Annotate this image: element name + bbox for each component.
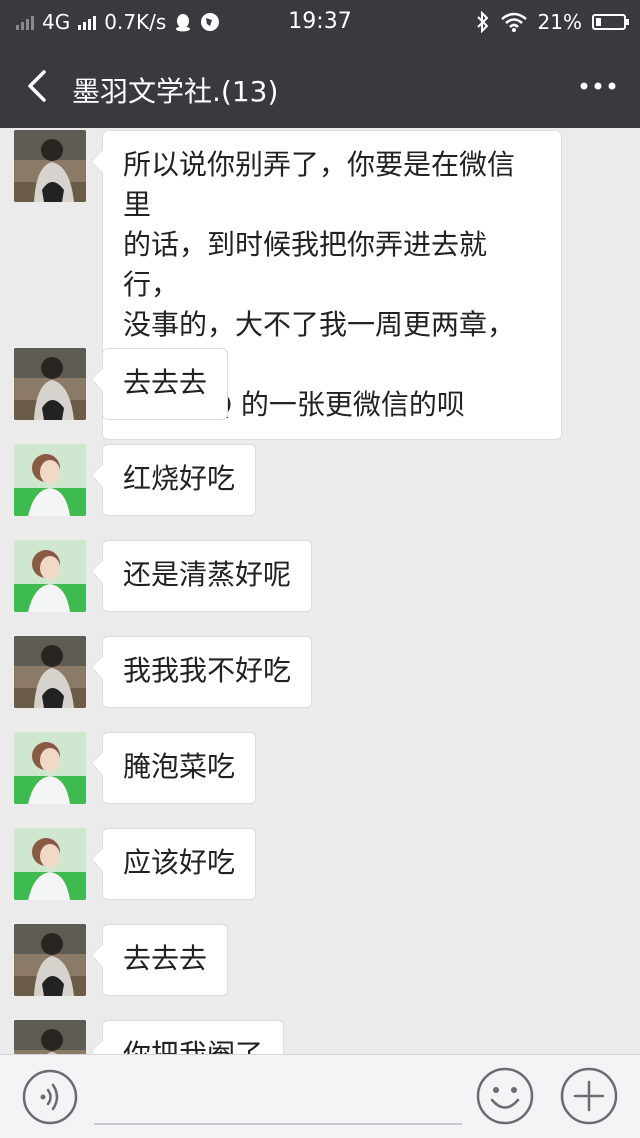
message-item: 去去去 xyxy=(14,348,229,420)
message-item: 你把我阉了 xyxy=(14,1020,285,1054)
message-bubble[interactable]: 你把我阉了 xyxy=(102,1020,285,1054)
emoji-icon[interactable] xyxy=(476,1067,534,1125)
avatar[interactable] xyxy=(14,540,86,612)
message-bubble[interactable]: 我我我不好吃 xyxy=(102,636,313,708)
chat-title: 墨羽文学社.(13) xyxy=(72,75,279,108)
message-bubble[interactable]: 去去去 xyxy=(102,348,229,420)
message-bubble[interactable]: 红烧好吃 xyxy=(102,444,257,516)
message-input[interactable] xyxy=(94,1069,462,1125)
battery-percent: 21% xyxy=(537,10,582,34)
avatar[interactable] xyxy=(14,348,86,420)
message-item: 去去去 xyxy=(14,924,229,996)
status-bar: 4G 0.7K/s 19:37 21% xyxy=(0,0,640,44)
message-bubble[interactable]: 还是清蒸好呢 xyxy=(102,540,313,612)
battery-icon xyxy=(592,14,629,30)
message-item: 红烧好吃 xyxy=(14,444,257,516)
more-dots-icon[interactable] xyxy=(576,72,620,100)
message-item: 还是清蒸好呢 xyxy=(14,540,313,612)
avatar[interactable] xyxy=(14,636,86,708)
message-bubble[interactable]: 去去去 xyxy=(102,924,229,996)
avatar[interactable] xyxy=(14,924,86,996)
voice-icon[interactable] xyxy=(22,1069,78,1125)
avatar[interactable] xyxy=(14,1020,86,1054)
input-bar xyxy=(0,1054,640,1138)
message-item: 应该好吃 xyxy=(14,828,257,900)
avatar[interactable] xyxy=(14,444,86,516)
chevron-left-icon[interactable] xyxy=(20,66,56,106)
bluetooth-icon xyxy=(476,11,488,33)
message-list[interactable]: 所以说你别弄了，你要是在微信里 的话，到时候我把你弄进去就行， 没事的，大不了我… xyxy=(0,128,640,1054)
avatar[interactable] xyxy=(14,828,86,900)
title-bar: 墨羽文学社.(13) xyxy=(0,44,640,128)
message-item: 我我我不好吃 xyxy=(14,636,313,708)
message-bubble[interactable]: 应该好吃 xyxy=(102,828,257,900)
wifi-icon xyxy=(500,12,527,32)
avatar[interactable] xyxy=(14,130,86,202)
message-item: 腌泡菜吃 xyxy=(14,732,257,804)
plus-icon[interactable] xyxy=(560,1067,618,1125)
message-bubble[interactable]: 腌泡菜吃 xyxy=(102,732,257,804)
avatar[interactable] xyxy=(14,732,86,804)
